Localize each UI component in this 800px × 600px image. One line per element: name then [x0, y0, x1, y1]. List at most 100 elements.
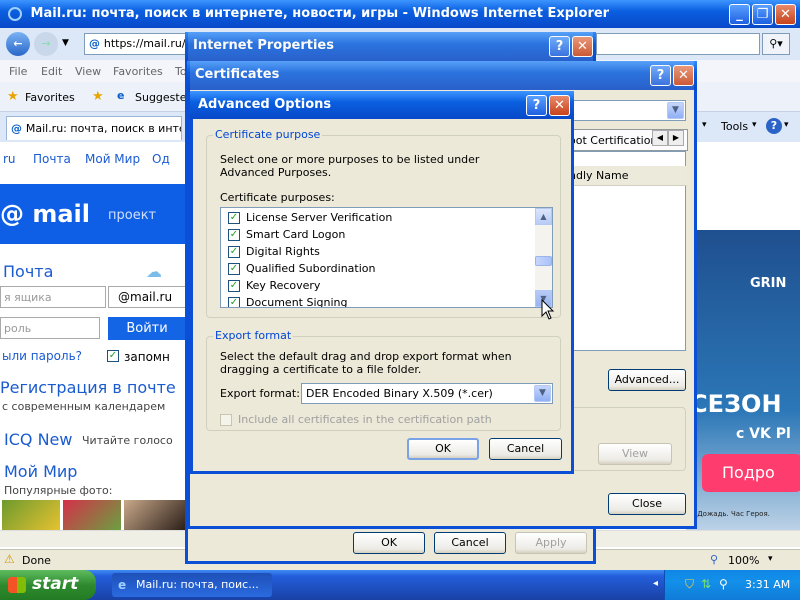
purpose-list-item[interactable]: ✓ Qualified Subordination	[228, 262, 375, 275]
internet-properties-ok-button[interactable]: OK	[353, 532, 425, 554]
tray-shield-icon[interactable]: ⛉	[685, 577, 694, 592]
login-input[interactable]: я ящика	[0, 286, 106, 308]
tray-search-icon[interactable]: ⚲	[719, 577, 728, 591]
advanced-options-cancel-label: Cancel	[506, 442, 545, 455]
ad-season-text: СЕЗОН	[690, 390, 782, 418]
photo-thumb-3[interactable]	[124, 500, 186, 530]
internet-properties-help-button[interactable]: ?	[549, 36, 570, 57]
ad-more-button[interactable]: Подро	[702, 454, 800, 492]
ie-close-button[interactable]: ✕	[775, 4, 796, 25]
photo-thumb-1[interactable]	[2, 500, 60, 530]
purposes-listbox[interactable]: ✓ License Server Verification ✓ Smart Card…	[220, 207, 553, 308]
advanced-options-close-button[interactable]: ✕	[549, 95, 570, 116]
history-dropdown-icon[interactable]: ▼	[62, 38, 69, 48]
menu-edit[interactable]: Edit	[41, 65, 62, 78]
search-icon[interactable]: ⚲▾	[762, 33, 790, 55]
tools-menu[interactable]: Tools	[721, 120, 748, 133]
ad-banner[interactable]: GRIN СЕЗОН с VK Pl Подро ир Дожадь. Час …	[686, 230, 800, 530]
advanced-options-ok-button[interactable]: OK	[407, 438, 479, 460]
purposes-scrollbar[interactable]: ▲ ▼	[535, 208, 552, 307]
tray-arrow-icon[interactable]: ◂	[653, 578, 658, 589]
export-format-select[interactable]: DER Encoded Binary X.509 (*.cer) ▼	[301, 383, 553, 404]
pochta-heading[interactable]: Почта	[3, 262, 53, 281]
include-all-checkbox-row[interactable]: Include all certificates in the certific…	[220, 413, 492, 426]
intended-purpose-dropdown-icon[interactable]: ▼	[667, 102, 684, 119]
export-format-group: Export format Select the default drag an…	[206, 329, 561, 431]
tray-network-icon[interactable]: ⇅	[701, 577, 711, 591]
purpose-check-icon[interactable]: ✓	[228, 263, 240, 275]
internet-properties-close-button[interactable]: ✕	[572, 36, 593, 57]
scroll-up-icon[interactable]: ▲	[535, 208, 552, 225]
advanced-options-cancel-button[interactable]: Cancel	[489, 438, 562, 460]
purpose-list-item[interactable]: ✓ Document Signing	[228, 296, 348, 307]
start-button[interactable]: start	[0, 570, 96, 600]
menu-view[interactable]: View	[75, 65, 101, 78]
certificates-advanced-button[interactable]: Advanced...	[608, 369, 686, 391]
certificates-view-button[interactable]: View	[598, 443, 672, 465]
taskbar-ie-task[interactable]: e Mail.ru: почта, поис...	[112, 573, 272, 597]
tab-scroll-right-icon[interactable]: ▶	[668, 130, 684, 146]
purpose-list-item[interactable]: ✓ License Server Verification	[228, 211, 392, 224]
back-button[interactable]: ←	[6, 32, 30, 56]
certificates-close-dialog-button[interactable]: Close	[608, 493, 686, 515]
certificates-title: Certificates	[195, 67, 280, 82]
help-chevron-icon: ▾	[784, 120, 789, 130]
start-label: start	[32, 574, 79, 594]
help-icon[interactable]: ?	[766, 118, 782, 134]
column-header-friendly-name[interactable]: ndly Name	[567, 166, 687, 186]
register-heading[interactable]: Регистрация в почте	[0, 378, 176, 397]
internet-properties-apply-button[interactable]: Apply	[515, 532, 587, 554]
certificates-help-button[interactable]: ?	[650, 65, 671, 86]
purpose-check-icon[interactable]: ✓	[228, 246, 240, 258]
add-favorite-icon[interactable]: ★	[92, 89, 104, 104]
nav-moymir[interactable]: Мой Мир	[85, 152, 140, 166]
moymir-heading[interactable]: Мой Мир	[4, 462, 77, 481]
certificate-list[interactable]: ndly Name	[566, 151, 687, 351]
maximize-button[interactable]: ❐	[752, 4, 773, 25]
internet-properties-cancel-button[interactable]: Cancel	[434, 532, 506, 554]
scroll-thumb[interactable]	[535, 256, 552, 266]
menu-favorites[interactable]: Favorites	[113, 65, 163, 78]
icq-heading[interactable]: ICQ New	[4, 430, 72, 449]
certificates-close-button[interactable]: ✕	[673, 65, 694, 86]
nav-ru[interactable]: ru	[3, 152, 16, 166]
menu-file[interactable]: File	[9, 65, 27, 78]
photo-thumb-2[interactable]	[63, 500, 121, 530]
nav-od[interactable]: Од	[152, 152, 170, 166]
include-all-checkbox[interactable]	[220, 414, 232, 426]
ad-more-label: Подро	[722, 463, 775, 482]
forward-button[interactable]: →	[34, 32, 58, 56]
purpose-check-icon[interactable]: ✓	[228, 297, 240, 307]
mail-logo[interactable]: @ mail	[0, 200, 90, 228]
favorites-button[interactable]: Favorites	[25, 91, 75, 104]
purpose-list-item[interactable]: ✓ Digital Rights	[228, 245, 320, 258]
forgot-password-link[interactable]: ыли пароль?	[2, 349, 82, 363]
export-format-dropdown-icon[interactable]: ▼	[534, 385, 551, 402]
domain-select[interactable]: @mail.ru	[108, 286, 186, 308]
browser-tab[interactable]: @ Mail.ru: почта, поиск в инте	[6, 116, 182, 140]
page-menu-chevron-icon[interactable]: ▾	[702, 120, 707, 130]
password-input[interactable]: роль	[0, 317, 100, 339]
advanced-options-help-button[interactable]: ?	[526, 95, 547, 116]
intended-purpose-combo[interactable]: ▼	[570, 100, 686, 121]
zoom-icon[interactable]: ⚲	[710, 553, 718, 566]
windows-flag-icon	[8, 577, 26, 593]
minimize-button[interactable]: _	[729, 4, 750, 25]
tab-scroll-left-icon[interactable]: ◀	[652, 130, 668, 146]
purpose-list-item[interactable]: ✓ Key Recovery	[228, 279, 320, 292]
purpose-check-icon[interactable]: ✓	[228, 229, 240, 241]
nav-pochta[interactable]: Почта	[33, 152, 71, 166]
login-button[interactable]: Войти	[108, 317, 186, 340]
address-bar[interactable]: @ https://mail.ru/	[84, 33, 194, 55]
zoom-chevron-icon: ▾	[768, 554, 773, 564]
purpose-check-icon[interactable]: ✓	[228, 212, 240, 224]
ie-logo-icon	[8, 6, 22, 21]
search-box[interactable]	[596, 33, 760, 55]
purpose-check-icon[interactable]: ✓	[228, 280, 240, 292]
internet-properties-ok-label: OK	[381, 536, 397, 549]
zoom-level[interactable]: 100%	[728, 554, 759, 567]
advanced-options-dialog: Advanced Options ? ✕ Certificate purpose…	[190, 91, 574, 474]
tab-root-certification[interactable]: oot Certification	[569, 134, 657, 147]
purpose-list-item[interactable]: ✓ Smart Card Logon	[228, 228, 345, 241]
remember-checkbox[interactable]: ✓	[107, 349, 125, 362]
